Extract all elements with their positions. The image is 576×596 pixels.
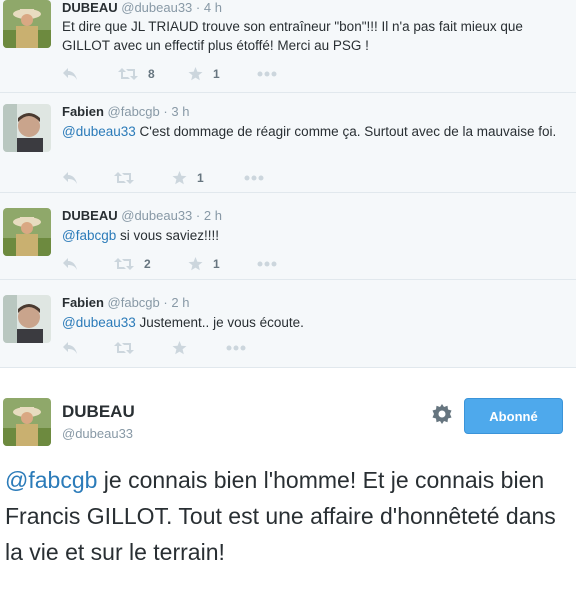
avatar[interactable] [3, 104, 51, 152]
author-name[interactable]: DUBEAU [62, 402, 135, 422]
more-button[interactable] [226, 340, 246, 356]
author-name[interactable]: Fabien [62, 104, 104, 119]
tweet-header: Fabien @fabcgb · 2 h [62, 295, 189, 310]
author-handle[interactable]: @dubeau33 [62, 426, 133, 441]
tweet-body: Justement.. je vous écoute. [135, 315, 304, 330]
retweet-button[interactable] [114, 170, 134, 186]
more-button[interactable] [257, 256, 277, 272]
more-icon [244, 175, 264, 181]
mention-link[interactable]: @dubeau33 [62, 315, 136, 330]
mention-link[interactable]: @fabcgb [62, 228, 116, 243]
tweet-3: DUBEAU @dubeau33 · 2 h @fabcgb si vous s… [0, 193, 576, 280]
tweet-text: Et dire que JL TRIAUD trouve son entraîn… [62, 17, 562, 55]
tweet-actions: 8 1 [62, 66, 362, 82]
tweet-header: DUBEAU @dubeau33 · 2 h [62, 208, 222, 223]
retweet-count: 8 [148, 67, 155, 81]
author-handle[interactable]: @fabcgb [108, 295, 160, 310]
separator: · [195, 0, 201, 15]
star-icon [172, 341, 187, 355]
retweet-icon [114, 342, 134, 354]
tweet-text: @fabcgb je connais bien l'homme! Et je c… [5, 462, 565, 570]
tweet-text: @dubeau33 C'est dommage de réagir comme … [62, 122, 562, 141]
reply-icon [63, 68, 77, 80]
more-icon [226, 345, 246, 351]
main-tweet: DUBEAU @dubeau33 Abonné @fabcgb je conna… [0, 378, 576, 596]
author-name[interactable]: DUBEAU [62, 0, 118, 15]
more-icon [257, 261, 277, 267]
more-button[interactable] [257, 66, 277, 82]
avatar[interactable] [3, 398, 51, 446]
timestamp[interactable]: 2 h [171, 295, 189, 310]
favorite-button[interactable]: 1 [188, 66, 220, 82]
tweet-actions [62, 340, 362, 356]
more-button[interactable] [244, 170, 264, 186]
tweet-body: si vous saviez!!!! [116, 228, 220, 243]
timestamp[interactable]: 4 h [204, 0, 222, 15]
avatar[interactable] [3, 0, 51, 48]
separator: · [195, 208, 201, 223]
retweet-count: 2 [144, 257, 151, 271]
tweet-2: Fabien @fabcgb · 3 h @dubeau33 C'est dom… [0, 93, 576, 193]
star-icon [188, 257, 203, 271]
gear-icon[interactable] [432, 404, 452, 429]
reply-button[interactable] [62, 66, 78, 82]
follow-button[interactable]: Abonné [464, 398, 563, 434]
tweet-4: Fabien @fabcgb · 2 h @dubeau33 Justement… [0, 280, 576, 368]
author-name[interactable]: DUBEAU [62, 208, 118, 223]
retweet-button[interactable] [114, 340, 134, 356]
reply-icon [63, 342, 77, 354]
timestamp[interactable]: 3 h [171, 104, 189, 119]
favorite-count: 1 [197, 171, 204, 185]
tweet-text: @fabcgb si vous saviez!!!! [62, 226, 562, 245]
favorite-button[interactable]: 1 [172, 170, 204, 186]
tweet-body: C'est dommage de réagir comme ça. Surtou… [135, 124, 557, 139]
tweet-header: Fabien @fabcgb · 3 h [62, 104, 189, 119]
timestamp[interactable]: 2 h [204, 208, 222, 223]
retweet-button[interactable]: 2 [114, 256, 151, 272]
reply-button[interactable] [62, 256, 78, 272]
avatar[interactable] [3, 295, 51, 343]
retweet-button[interactable]: 8 [118, 66, 155, 82]
separator: · [163, 104, 168, 119]
tweet-actions: 2 1 [62, 256, 362, 272]
author-handle[interactable]: @dubeau33 [121, 0, 192, 15]
mention-link[interactable]: @dubeau33 [62, 124, 136, 139]
favorite-button[interactable]: 1 [188, 256, 220, 272]
author-handle[interactable]: @dubeau33 [121, 208, 192, 223]
author-name[interactable]: Fabien [62, 295, 104, 310]
reply-icon [63, 172, 77, 184]
favorite-count: 1 [213, 67, 220, 81]
reply-button[interactable] [62, 170, 78, 186]
avatar[interactable] [3, 208, 51, 256]
favorite-count: 1 [213, 257, 220, 271]
author-handle[interactable]: @fabcgb [108, 104, 160, 119]
mention-link[interactable]: @fabcgb [5, 467, 97, 493]
tweet-actions: 1 [62, 170, 362, 186]
retweet-icon [114, 172, 134, 184]
tweet-body: Et dire que JL TRIAUD trouve son entraîn… [62, 19, 523, 53]
reply-icon [63, 258, 77, 270]
tweet-header: DUBEAU @dubeau33 · 4 h [62, 0, 222, 15]
separator: · [163, 295, 168, 310]
star-icon [188, 67, 203, 81]
retweet-icon [114, 258, 134, 270]
tweet-1: DUBEAU @dubeau33 · 4 h Et dire que JL TR… [0, 0, 576, 93]
star-icon [172, 171, 187, 185]
reply-button[interactable] [62, 340, 78, 356]
tweet-text: @dubeau33 Justement.. je vous écoute. [62, 313, 562, 332]
more-icon [257, 71, 277, 77]
retweet-icon [118, 68, 138, 80]
favorite-button[interactable] [172, 340, 187, 356]
